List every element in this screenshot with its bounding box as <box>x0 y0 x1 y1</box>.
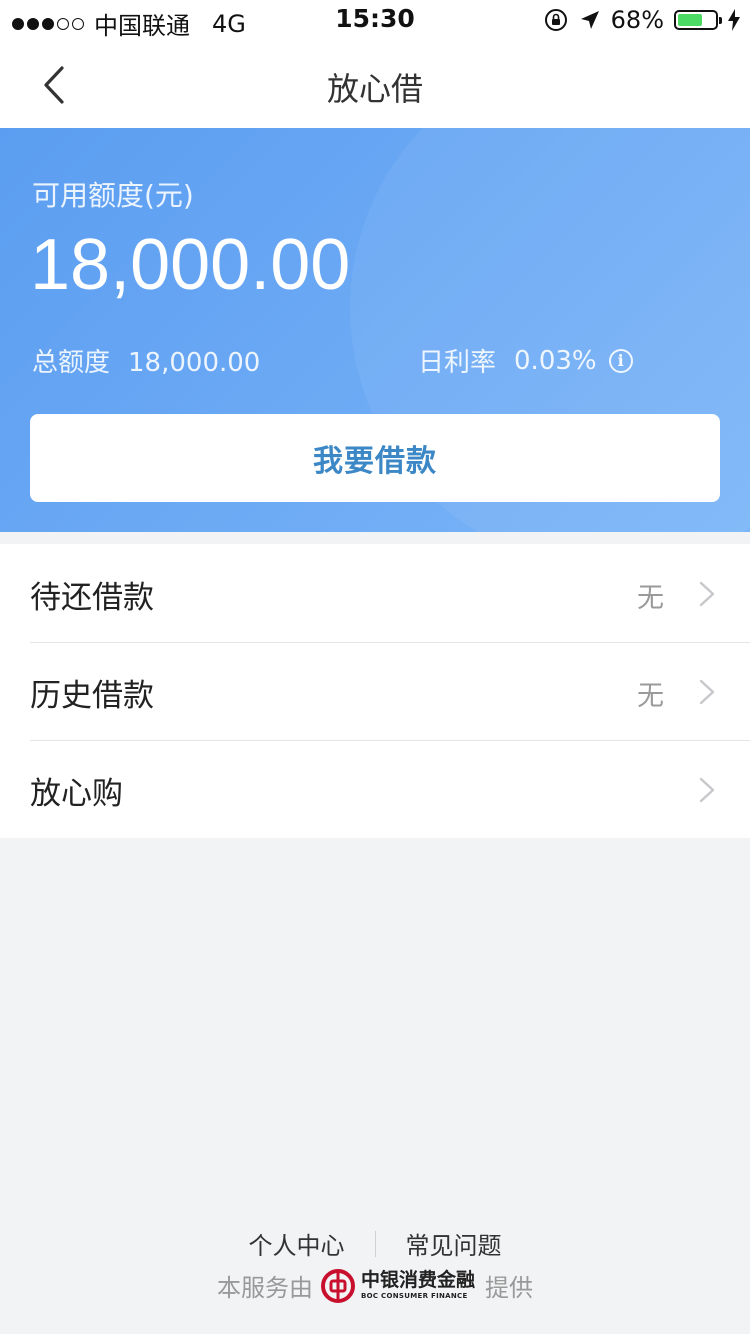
available-credit-label: 可用额度(元) <box>32 179 194 212</box>
loan-menu-list: 待还借款 无 历史借款 无 放心购 <box>0 544 750 838</box>
list-item-value: 无 <box>637 583 664 614</box>
footer-links: 个人中心 常见问题 <box>0 1226 750 1261</box>
info-icon[interactable]: i <box>608 348 633 373</box>
total-credit-label: 总额度 <box>32 348 111 378</box>
list-item-value: 无 <box>637 681 664 712</box>
boc-logo-icon <box>320 1268 355 1303</box>
list-item-label: 放心购 <box>30 776 123 812</box>
list-item-label: 历史借款 <box>30 678 154 714</box>
charging-bolt-icon <box>728 9 740 31</box>
boc-logo-text: 中银消费金融 BOC CONSUMER FINANCE <box>361 1271 475 1300</box>
daily-rate-value: 0.03% <box>514 345 597 376</box>
rotation-lock-icon <box>544 9 567 31</box>
provider-name-cn: 中银消费金融 <box>360 1269 475 1291</box>
footer-divider <box>374 1230 376 1257</box>
faq-link[interactable]: 常见问题 <box>406 1226 502 1261</box>
daily-rate: 日利率 0.03% i <box>418 342 633 379</box>
chevron-right-icon <box>699 679 715 705</box>
borrow-button[interactable]: 我要借款 <box>30 414 720 502</box>
service-provider: 本服务由 中银消费金融 BOC CONSUMER FINANCE 提供 <box>0 1268 750 1303</box>
page-title: 放心借 <box>326 70 423 108</box>
battery-icon <box>674 10 722 30</box>
list-item-label: 待还借款 <box>30 580 154 616</box>
provider-suffix: 提供 <box>485 1274 533 1302</box>
chevron-right-icon <box>699 777 715 803</box>
total-credit-value: 18,000.00 <box>128 348 261 378</box>
list-item-worry-free-shopping[interactable]: 放心购 <box>0 740 750 838</box>
chevron-right-icon <box>699 581 715 607</box>
battery-level <box>678 14 703 26</box>
location-arrow-icon <box>580 11 599 29</box>
provider-name-en: BOC CONSUMER FINANCE <box>360 1292 468 1300</box>
daily-rate-label: 日利率 <box>418 348 497 378</box>
provider-prefix: 本服务由 <box>216 1274 313 1302</box>
credit-summary-panel: 可用额度(元) 18,000.00 总额度 18,000.00 日利率 0.03% i… <box>0 128 750 532</box>
status-bar: 中国联通 4G 15:30 68% <box>0 0 750 42</box>
total-credit: 总额度 18,000.00 <box>32 342 260 379</box>
battery-percent: 68% <box>610 6 664 34</box>
nav-bar: 放心借 <box>0 42 750 128</box>
personal-center-link[interactable]: 个人中心 <box>249 1226 345 1261</box>
available-credit-amount: 18,000.00 <box>30 225 351 305</box>
list-item-loan-history[interactable]: 历史借款 无 <box>0 642 750 740</box>
list-item-pending-repayment[interactable]: 待还借款 无 <box>0 544 750 642</box>
status-right: 68% <box>543 6 740 34</box>
